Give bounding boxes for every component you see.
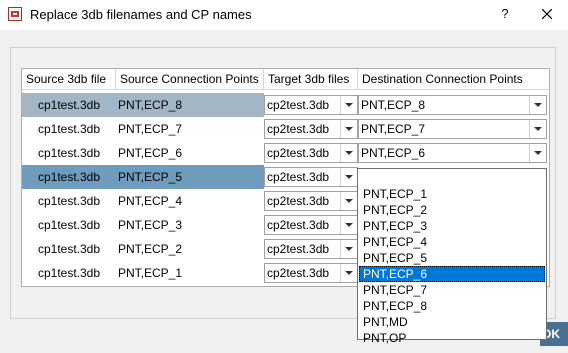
chevron-down-icon[interactable]: [529, 144, 546, 162]
dest-cp-combo[interactable]: PNT,ECP_6: [358, 143, 547, 163]
source-cp-cell[interactable]: PNT,ECP_6: [116, 141, 264, 165]
target-file-combo[interactable]: cp2test.3db: [264, 143, 358, 163]
close-button[interactable]: [536, 4, 558, 24]
close-icon: [541, 8, 553, 20]
target-file-combo[interactable]: cp2test.3db: [264, 167, 358, 187]
source-file-cell[interactable]: cp1test.3db: [22, 165, 116, 189]
dropdown-option[interactable]: PNT,ECP_2: [359, 202, 545, 218]
title-bar: Replace 3db filenames and CP names ?: [0, 0, 568, 30]
table-row[interactable]: cp1test.3db PNT,ECP_7 cp2test.3db PNT,EC…: [22, 117, 549, 141]
dropdown-option[interactable]: [359, 170, 545, 186]
app-icon: [8, 7, 22, 21]
dropdown-option[interactable]: PNT,ECP_3: [359, 218, 545, 234]
target-file-combo[interactable]: cp2test.3db: [264, 263, 358, 283]
target-file-value: cp2test.3db: [267, 146, 330, 160]
chevron-down-icon[interactable]: [340, 96, 357, 114]
chevron-down-icon[interactable]: [340, 216, 357, 234]
target-file-value: cp2test.3db: [267, 266, 330, 280]
target-file-value: cp2test.3db: [267, 170, 330, 184]
target-file-value: cp2test.3db: [267, 98, 330, 112]
header-source-cp[interactable]: Source Connection Points: [116, 69, 264, 90]
target-file-value: cp2test.3db: [267, 218, 330, 232]
chevron-down-icon[interactable]: [340, 168, 357, 186]
header-target-file[interactable]: Target 3db files: [264, 69, 358, 90]
dest-cp-combo[interactable]: PNT,ECP_8: [358, 95, 547, 115]
target-file-combo[interactable]: cp2test.3db: [264, 239, 358, 259]
dest-cp-value: PNT,ECP_6: [361, 146, 426, 160]
chevron-down-icon[interactable]: [529, 120, 546, 138]
dest-cp-value: PNT,ECP_7: [361, 122, 426, 136]
source-cp-cell[interactable]: PNT,ECP_8: [116, 93, 264, 117]
source-file-cell[interactable]: cp1test.3db: [22, 189, 116, 213]
dest-cp-combo[interactable]: PNT,ECP_7: [358, 119, 547, 139]
target-file-value: cp2test.3db: [267, 242, 330, 256]
dest-cp-dropdown-list: PNT,ECP_1 PNT,ECP_2 PNT,ECP_3 PNT,ECP_4 …: [357, 168, 547, 345]
source-cp-cell[interactable]: PNT,ECP_5: [116, 165, 264, 189]
source-cp-cell[interactable]: PNT,ECP_3: [116, 213, 264, 237]
header-source-file[interactable]: Source 3db file: [22, 69, 116, 90]
source-file-cell[interactable]: cp1test.3db: [22, 141, 116, 165]
chevron-down-icon[interactable]: [340, 240, 357, 258]
help-button[interactable]: ?: [494, 4, 516, 24]
source-cp-cell[interactable]: PNT,ECP_4: [116, 189, 264, 213]
table-row[interactable]: cp1test.3db PNT,ECP_6 cp2test.3db PNT,EC…: [22, 141, 549, 165]
window-title: Replace 3db filenames and CP names: [30, 7, 252, 22]
target-file-value: cp2test.3db: [267, 122, 330, 136]
target-file-combo[interactable]: cp2test.3db: [264, 215, 358, 235]
chevron-down-icon[interactable]: [340, 192, 357, 210]
dropdown-option-highlighted[interactable]: PNT,ECP_6: [359, 266, 545, 282]
source-file-cell[interactable]: cp1test.3db: [22, 237, 116, 261]
table-row[interactable]: cp1test.3db PNT,ECP_8 cp2test.3db PNT,EC…: [22, 93, 549, 117]
source-file-cell[interactable]: cp1test.3db: [22, 93, 116, 117]
target-file-value: cp2test.3db: [267, 194, 330, 208]
source-file-cell[interactable]: cp1test.3db: [22, 117, 116, 141]
target-file-combo[interactable]: cp2test.3db: [264, 95, 358, 115]
dropdown-option[interactable]: PNT,ECP_5: [359, 250, 545, 266]
chevron-down-icon[interactable]: [340, 144, 357, 162]
dropdown-option[interactable]: PNT,ECP_7: [359, 282, 545, 298]
source-file-cell[interactable]: cp1test.3db: [22, 213, 116, 237]
chevron-down-icon[interactable]: [340, 264, 357, 282]
dropdown-option[interactable]: PNT,ECP_8: [359, 298, 545, 314]
dropdown-option[interactable]: PNT,ECP_1: [359, 186, 545, 202]
dropdown-option[interactable]: PNT,ECP_4: [359, 234, 545, 250]
target-file-combo[interactable]: cp2test.3db: [264, 119, 358, 139]
source-cp-cell[interactable]: PNT,ECP_1: [116, 261, 264, 285]
source-file-cell[interactable]: cp1test.3db: [22, 261, 116, 285]
dest-cp-value: PNT,ECP_8: [361, 98, 426, 112]
chevron-down-icon[interactable]: [529, 96, 546, 114]
dropdown-option[interactable]: PNT,MD: [359, 314, 545, 330]
source-cp-cell[interactable]: PNT,ECP_2: [116, 237, 264, 261]
dropdown-option[interactable]: PNT,OP: [359, 330, 545, 345]
target-file-combo[interactable]: cp2test.3db: [264, 191, 358, 211]
header-dest-cp[interactable]: Destination Connection Points: [358, 69, 549, 90]
source-cp-cell[interactable]: PNT,ECP_7: [116, 117, 264, 141]
chevron-down-icon[interactable]: [340, 120, 357, 138]
